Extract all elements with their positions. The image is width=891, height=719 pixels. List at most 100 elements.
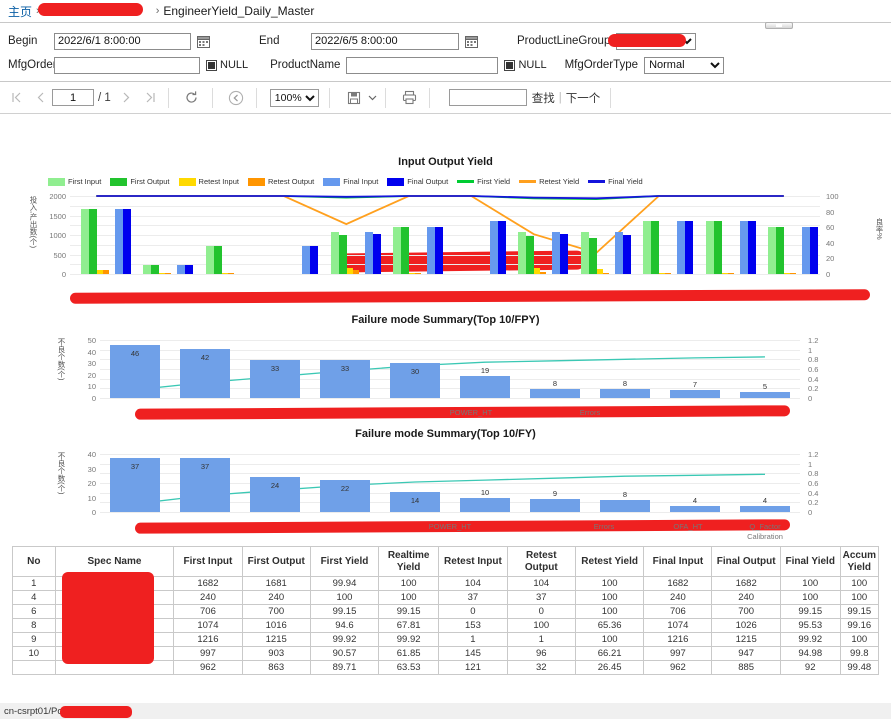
table-cell-first-yield: 89.71 bbox=[309, 660, 380, 675]
redaction-breadcrumb bbox=[38, 3, 143, 16]
bar-value-label: 33 bbox=[270, 363, 280, 373]
pareto-bar bbox=[529, 498, 581, 512]
legend-label: Final Output bbox=[407, 177, 449, 186]
legend-item-final-input: Final Input bbox=[323, 177, 378, 186]
table-cell-retest-yield: 100 bbox=[574, 576, 645, 591]
legend-label: Final Yield bbox=[608, 177, 643, 186]
report-body: Input Output Yield First Input First Outp… bbox=[0, 114, 891, 692]
bar-value-label: 37 bbox=[200, 462, 210, 472]
table-cell-first-input: 240 bbox=[173, 590, 243, 605]
chart1-bar bbox=[143, 264, 152, 274]
panel-collapse-handle[interactable] bbox=[765, 22, 793, 29]
redaction-chart1-xaxis bbox=[69, 289, 871, 304]
toolbar-divider-6 bbox=[428, 87, 430, 108]
chevron-down-icon-export[interactable] bbox=[366, 86, 379, 110]
bar-value-label: 33 bbox=[340, 363, 350, 373]
table-header-final-input: Final Input bbox=[643, 546, 713, 577]
legend-swatch-icon bbox=[110, 177, 128, 186]
table-cell-retest-yield: 100 bbox=[574, 590, 645, 605]
calendar-icon-end[interactable] bbox=[464, 34, 479, 49]
checkbox-box-productname[interactable] bbox=[504, 59, 516, 71]
table-cell-retest-yield: 65.36 bbox=[574, 618, 645, 633]
table-header-retest-output: Retest Output bbox=[506, 546, 576, 577]
find-button[interactable]: 查找 bbox=[532, 90, 555, 106]
begin-date-input[interactable] bbox=[54, 32, 191, 50]
chart1-bar bbox=[177, 264, 186, 274]
last-page-icon[interactable] bbox=[139, 86, 163, 110]
chart1-bar bbox=[768, 227, 777, 274]
table-cell-first-output: 1016 bbox=[241, 618, 311, 633]
breadcrumb-current-report: EngineerYield_Daily_Master bbox=[163, 4, 315, 18]
chart1-bar bbox=[372, 234, 381, 274]
table-cell-final-yield: 99.15 bbox=[779, 604, 841, 619]
table-header-accum-yield: Accum Yield bbox=[839, 546, 880, 577]
table-cell-first-yield: 90.57 bbox=[309, 646, 380, 661]
legend-item-retest-output: Retest Output bbox=[247, 177, 314, 186]
chart1-bar bbox=[560, 233, 569, 274]
prev-page-icon[interactable] bbox=[28, 86, 52, 110]
table-cell-first-input: 706 bbox=[173, 604, 243, 619]
legend-item-first-input: First Input bbox=[48, 177, 101, 186]
legend-label: Final Input bbox=[343, 177, 379, 186]
next-page-icon[interactable] bbox=[115, 86, 139, 110]
productname-input[interactable] bbox=[346, 56, 499, 74]
table-cell-final-output: 700 bbox=[711, 604, 781, 619]
chart1-bar bbox=[790, 273, 797, 274]
checkbox-box-mfgorder[interactable] bbox=[206, 59, 217, 71]
legend-item-retest-yield: Retest Yield bbox=[519, 177, 579, 186]
table-cell-first-output: 903 bbox=[241, 646, 311, 661]
save-export-icon[interactable] bbox=[342, 86, 366, 110]
table-cell-retest-output: 1 bbox=[506, 632, 576, 647]
redaction-productlinegroup bbox=[608, 33, 687, 47]
print-icon[interactable] bbox=[398, 86, 422, 110]
chart1-plot: 投入,产出数(个) 良率% 0 500 1000 1500 2000 0 20 40 60 80… bbox=[0, 190, 891, 290]
chart1-bar bbox=[776, 227, 785, 274]
bar-value-label: 7 bbox=[692, 379, 698, 389]
mfgorder-null-checkbox[interactable]: NULL bbox=[206, 59, 248, 71]
breadcrumb-home-link[interactable]: 主页 bbox=[8, 3, 32, 20]
toolbar-divider-4 bbox=[328, 87, 330, 108]
table-cell-accum-yield: 100 bbox=[839, 576, 880, 591]
chart1-bar bbox=[352, 269, 359, 274]
productname-null-checkbox[interactable]: NULL bbox=[504, 59, 547, 71]
report-toolbar: / 1 100% 查找 | 下一个 bbox=[0, 82, 891, 114]
chart1-bar bbox=[213, 246, 222, 274]
mfgorder-input[interactable] bbox=[54, 56, 200, 74]
table-cell-retest-output: 104 bbox=[506, 576, 576, 591]
chart1-bar bbox=[602, 272, 609, 274]
back-parent-icon[interactable] bbox=[224, 86, 248, 110]
first-page-icon[interactable] bbox=[4, 86, 28, 110]
bar-value-label: 8 bbox=[622, 378, 628, 388]
chart1-legend: First Input First Output Retest Input Retes… bbox=[0, 177, 891, 186]
table-cell-first-input: 1216 bbox=[173, 632, 243, 647]
chart1-bar bbox=[227, 273, 234, 274]
table-cell-realtime-yield: 100 bbox=[378, 590, 440, 605]
page-count-label: / 1 bbox=[98, 91, 111, 104]
chart1-bar bbox=[526, 235, 535, 274]
chart1-line-final-yield bbox=[96, 195, 784, 200]
zoom-level-select[interactable]: 100% bbox=[269, 88, 319, 107]
refresh-icon[interactable] bbox=[180, 86, 204, 110]
table-cell-retest-input: 0 bbox=[438, 604, 508, 619]
table-cell-final-input: 1216 bbox=[643, 632, 713, 647]
calendar-icon-begin[interactable] bbox=[196, 34, 211, 49]
table-cell-final-input: 240 bbox=[643, 590, 713, 605]
chart1-bar bbox=[427, 226, 436, 274]
table-cell-no: 8 bbox=[12, 618, 56, 633]
status-bar-text: cn-csrpt01/Po bbox=[4, 705, 63, 717]
legend-label: Retest Input bbox=[198, 177, 239, 186]
end-date-input[interactable] bbox=[311, 32, 459, 50]
mfgordertype-select[interactable]: Normal bbox=[644, 56, 725, 74]
chart1-bar bbox=[802, 227, 811, 274]
table-cell-final-output: 947 bbox=[711, 646, 781, 661]
table-header-final-yield: Final Yield bbox=[779, 546, 841, 577]
table-header-realtime-yield: Realtime Yield bbox=[378, 546, 440, 577]
bar-value-label: 30 bbox=[410, 367, 420, 377]
find-next-button[interactable]: 下一个 bbox=[566, 90, 601, 106]
find-input[interactable] bbox=[448, 89, 527, 106]
page-number-input[interactable] bbox=[52, 89, 94, 106]
table-cell-realtime-yield: 99.92 bbox=[378, 632, 440, 647]
table-cell-final-output: 1682 bbox=[711, 576, 781, 591]
chart1-bar bbox=[435, 226, 444, 274]
table-cell-final-input: 997 bbox=[643, 646, 713, 661]
